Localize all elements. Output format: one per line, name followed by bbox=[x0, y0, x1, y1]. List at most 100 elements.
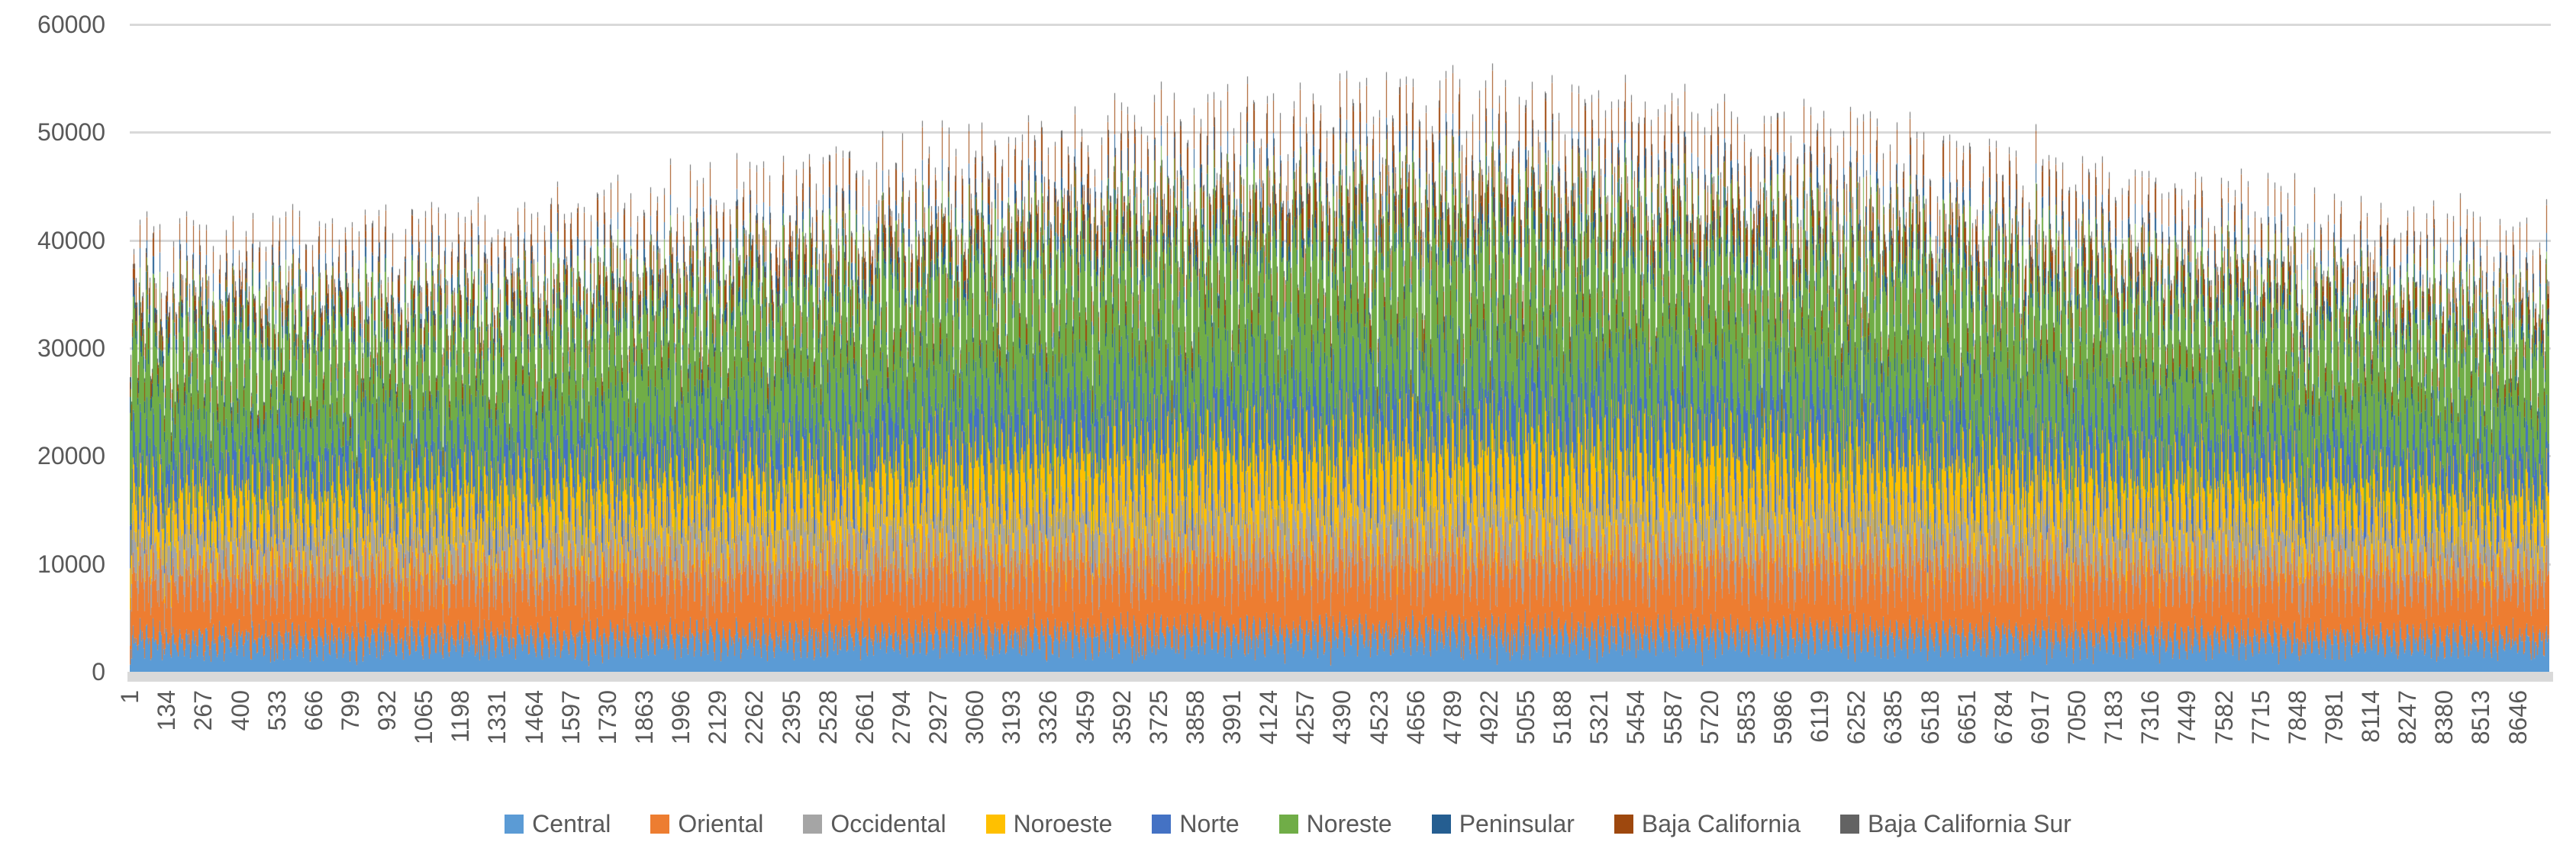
x-axis-tick-label: 5055 bbox=[1513, 690, 1539, 744]
x-axis-tick-label: 3060 bbox=[962, 690, 988, 744]
x-axis-tick-label: 5720 bbox=[1697, 690, 1723, 744]
x-axis-tick-label: 1863 bbox=[631, 690, 657, 744]
x-axis-tick-label: 7183 bbox=[2100, 690, 2126, 744]
legend-swatch-icon bbox=[1432, 815, 1451, 834]
legend-item: Noroeste bbox=[986, 810, 1113, 838]
x-axis-tick-label: 1065 bbox=[411, 690, 437, 744]
x-axis-tick-label: 267 bbox=[190, 690, 216, 731]
y-axis-tick-label: 60000 bbox=[0, 11, 105, 37]
x-axis-tick-label: 2395 bbox=[779, 690, 804, 744]
x-axis-tick-label: 6518 bbox=[1917, 690, 1943, 744]
x-axis-tick-label: 4789 bbox=[1440, 690, 1465, 744]
legend-item: Baja California bbox=[1614, 810, 1801, 838]
legend-item: Peninsular bbox=[1432, 810, 1575, 838]
x-axis-tick-label: 4922 bbox=[1476, 690, 1502, 744]
x-axis-tick-label: 799 bbox=[337, 690, 363, 731]
legend-label: Baja California Sur bbox=[1868, 810, 2071, 838]
legend-label: Oriental bbox=[678, 810, 763, 838]
x-axis-tick-label: 2794 bbox=[888, 690, 914, 744]
stacked-area-chart: 0 10000 20000 30000 40000 50000 60000 1 134 267 4… bbox=[0, 0, 2576, 855]
x-axis-tick-label: 6252 bbox=[1843, 690, 1869, 744]
x-axis-tick-label: 5853 bbox=[1733, 690, 1759, 744]
x-axis-tick-label: 932 bbox=[374, 690, 400, 731]
x-axis-tick-label: 6119 bbox=[1807, 690, 1833, 743]
x-axis-tick-label: 8646 bbox=[2505, 690, 2531, 744]
legend-swatch-icon bbox=[1614, 815, 1633, 834]
legend-swatch-icon bbox=[650, 815, 669, 834]
legend-label: Norte bbox=[1179, 810, 1239, 838]
x-axis-tick-label: 1464 bbox=[521, 690, 547, 744]
x-axis-tick-label: 666 bbox=[301, 690, 327, 731]
x-axis-tick-label: 4523 bbox=[1366, 690, 1392, 744]
legend-swatch-icon bbox=[1840, 815, 1859, 834]
x-axis-tick-label: 2262 bbox=[741, 690, 767, 744]
x-axis-tick-label: 3459 bbox=[1072, 690, 1098, 744]
legend-label: Noroeste bbox=[1014, 810, 1113, 838]
x-axis-tick-label: 2129 bbox=[704, 690, 730, 744]
y-axis-tick-label: 40000 bbox=[0, 227, 105, 253]
x-axis-tick-label: 7316 bbox=[2137, 690, 2163, 744]
x-axis-tick-label: 7981 bbox=[2321, 690, 2347, 744]
x-axis-tick-label: 1331 bbox=[484, 690, 510, 744]
x-axis-tick-label: 8247 bbox=[2394, 690, 2420, 744]
x-axis-tick-label: 3858 bbox=[1182, 690, 1208, 744]
x-axis-tick-label: 3326 bbox=[1035, 690, 1061, 744]
legend-item: Baja California Sur bbox=[1840, 810, 2071, 838]
x-axis-tick-label: 5188 bbox=[1549, 690, 1575, 744]
x-axis-tick-label: 4656 bbox=[1403, 690, 1429, 744]
x-axis-tick-label: 134 bbox=[153, 690, 179, 731]
stacked-area-series bbox=[130, 24, 2549, 672]
x-axis-tick-label: 1730 bbox=[595, 690, 621, 744]
y-axis-tick-label: 50000 bbox=[0, 119, 105, 145]
x-axis-tick-label: 1198 bbox=[447, 690, 473, 743]
x-axis-tick-label: 6385 bbox=[1880, 690, 1906, 744]
x-axis-tick-label: 8114 bbox=[2358, 690, 2384, 743]
x-axis-tick-label: 1 bbox=[117, 690, 143, 704]
legend-item: Noreste bbox=[1279, 810, 1392, 838]
x-axis-tick-label: 4124 bbox=[1256, 690, 1282, 744]
legend-item: Norte bbox=[1152, 810, 1239, 838]
x-axis-tick-label: 7715 bbox=[2248, 690, 2274, 744]
y-axis-tick-label: 0 bbox=[0, 659, 105, 685]
x-axis-tick-label: 3592 bbox=[1109, 690, 1135, 744]
x-axis-tick-label: 3991 bbox=[1219, 690, 1245, 744]
x-axis-tick-label: 7582 bbox=[2211, 690, 2237, 744]
x-axis-tick-label: 8380 bbox=[2431, 690, 2457, 744]
x-axis-tick-label: 7050 bbox=[2064, 690, 2090, 744]
x-axis-tick-label: 5321 bbox=[1586, 690, 1612, 744]
x-axis-tick-label: 2661 bbox=[852, 690, 878, 744]
legend-swatch-icon bbox=[803, 815, 822, 834]
x-axis-tick-label: 5986 bbox=[1770, 690, 1796, 744]
x-axis-tick-label: 6651 bbox=[1954, 690, 1980, 744]
legend-label: Central bbox=[532, 810, 611, 838]
x-axis-tick-label: 1597 bbox=[558, 690, 584, 744]
x-axis-tick-band bbox=[127, 672, 2553, 682]
legend-item: Occidental bbox=[803, 810, 946, 838]
x-axis-tick-label: 6784 bbox=[1991, 690, 2017, 744]
x-axis-tick-label: 5587 bbox=[1660, 690, 1686, 744]
x-axis-tick-label: 4390 bbox=[1329, 690, 1355, 744]
legend-label: Peninsular bbox=[1459, 810, 1575, 838]
x-axis-tick-label: 3725 bbox=[1146, 690, 1172, 744]
x-axis-tick-label: 3193 bbox=[998, 690, 1024, 744]
y-axis-tick-label: 10000 bbox=[0, 551, 105, 577]
x-axis-tick-label: 400 bbox=[227, 690, 253, 731]
legend-item: Oriental bbox=[650, 810, 763, 838]
y-axis-tick-label: 30000 bbox=[0, 335, 105, 361]
x-axis-tick-label: 2927 bbox=[925, 690, 951, 744]
legend-label: Baja California bbox=[1642, 810, 1801, 838]
x-axis-tick-label: 2528 bbox=[815, 690, 841, 744]
legend-swatch-icon bbox=[1152, 815, 1171, 834]
x-axis-tick-label: 533 bbox=[264, 690, 290, 731]
legend-label: Occidental bbox=[830, 810, 946, 838]
y-axis-tick-label: 20000 bbox=[0, 443, 105, 469]
legend-swatch-icon bbox=[986, 815, 1005, 834]
x-axis-tick-label: 4257 bbox=[1292, 690, 1318, 744]
legend-swatch-icon bbox=[505, 815, 524, 834]
legend-item: Central bbox=[505, 810, 611, 838]
legend-label: Noreste bbox=[1307, 810, 1392, 838]
x-axis-tick-label: 7848 bbox=[2284, 690, 2310, 744]
x-axis-tick-label: 7449 bbox=[2174, 690, 2200, 744]
legend: Central Oriental Occidental Noroeste Norte No… bbox=[0, 805, 2576, 843]
x-axis-tick-label: 5454 bbox=[1623, 690, 1649, 744]
